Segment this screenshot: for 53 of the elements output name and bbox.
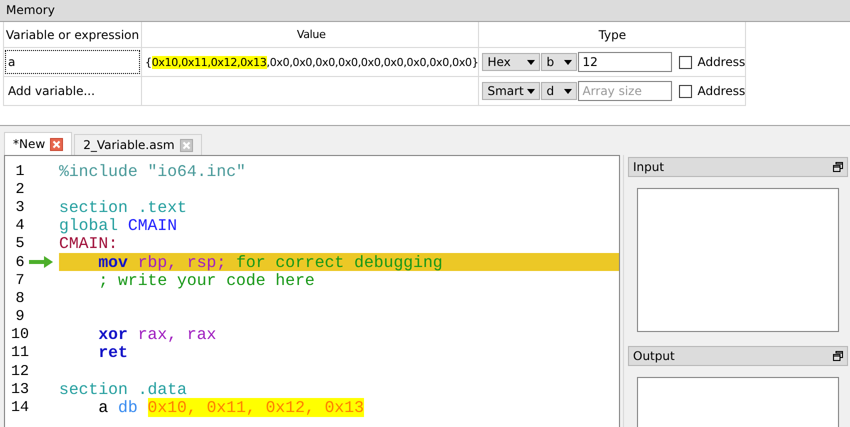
address-checkbox[interactable] [679, 84, 692, 98]
code-line: ret [97, 343, 128, 362]
line-number: 4 [14, 217, 26, 234]
line-number: 14 [10, 399, 30, 416]
file-tab[interactable]: *New [4, 132, 72, 155]
caret-icon [564, 88, 572, 94]
code-line: CMAIN: [59, 234, 118, 254]
array-size-field[interactable]: 12 [578, 52, 672, 72]
format-dropdown[interactable]: Smart [482, 82, 540, 100]
line-number: 11 [10, 344, 30, 362]
line-number: 13 [10, 380, 30, 398]
caret-icon [527, 60, 536, 64]
code-editor[interactable] [4, 155, 620, 427]
caret-icon [564, 60, 572, 64]
column-header: Value [142, 22, 479, 48]
file-tab[interactable]: 2_Variable.asm [74, 134, 202, 155]
code-line: mov rbp, rsp; for correct debugging [97, 252, 443, 272]
checkbox-label: Address [697, 55, 746, 69]
code-line: a db 0x10, 0x11, 0x12, 0x13 [97, 398, 364, 418]
line-number: 3 [14, 198, 26, 216]
code-line: global CMAIN [59, 216, 178, 236]
checkbox-label: Address [697, 84, 746, 98]
array-size-field[interactable]: Array size [578, 81, 672, 101]
line-number: 8 [14, 290, 26, 307]
caret-icon [527, 88, 536, 94]
line-number: 2 [14, 180, 26, 198]
size-dropdown[interactable]: d [541, 82, 578, 100]
line-number: 1 [14, 162, 26, 180]
line-number: 9 [14, 308, 26, 326]
panel-title: Memory [0, 0, 850, 22]
line-number: 10 [10, 326, 30, 344]
format-dropdown[interactable]: Hex [482, 53, 540, 71]
panel-title: Input [633, 160, 664, 174]
code-line: xor rax, rax [97, 325, 216, 344]
line-number: 5 [14, 235, 26, 252]
close-icon[interactable] [180, 138, 193, 152]
code-line: section .text [59, 198, 187, 217]
column-header: Variable or expression [4, 22, 142, 48]
column-header: Type [478, 22, 746, 48]
line-number: 12 [10, 362, 30, 380]
panel-title: Output [633, 349, 675, 363]
address-checkbox[interactable] [679, 56, 692, 68]
value-cell: {0x10,0x11,0x12,0x13,0x0,0x0,0x0,0x0,0x0,0x0,0x0,0x0,0x0} [142, 48, 479, 76]
restore-icon[interactable] [833, 162, 843, 172]
line-number: 7 [14, 272, 26, 289]
text-area[interactable] [637, 188, 839, 332]
code-line: section .data [59, 380, 187, 399]
code-line: ; write your code here [97, 270, 315, 290]
close-icon[interactable] [50, 138, 64, 150]
code-line: %include "io64.inc" [59, 162, 246, 181]
size-dropdown[interactable]: b [541, 53, 578, 71]
line-number: 6 [14, 254, 26, 271]
restore-icon[interactable] [833, 351, 843, 361]
